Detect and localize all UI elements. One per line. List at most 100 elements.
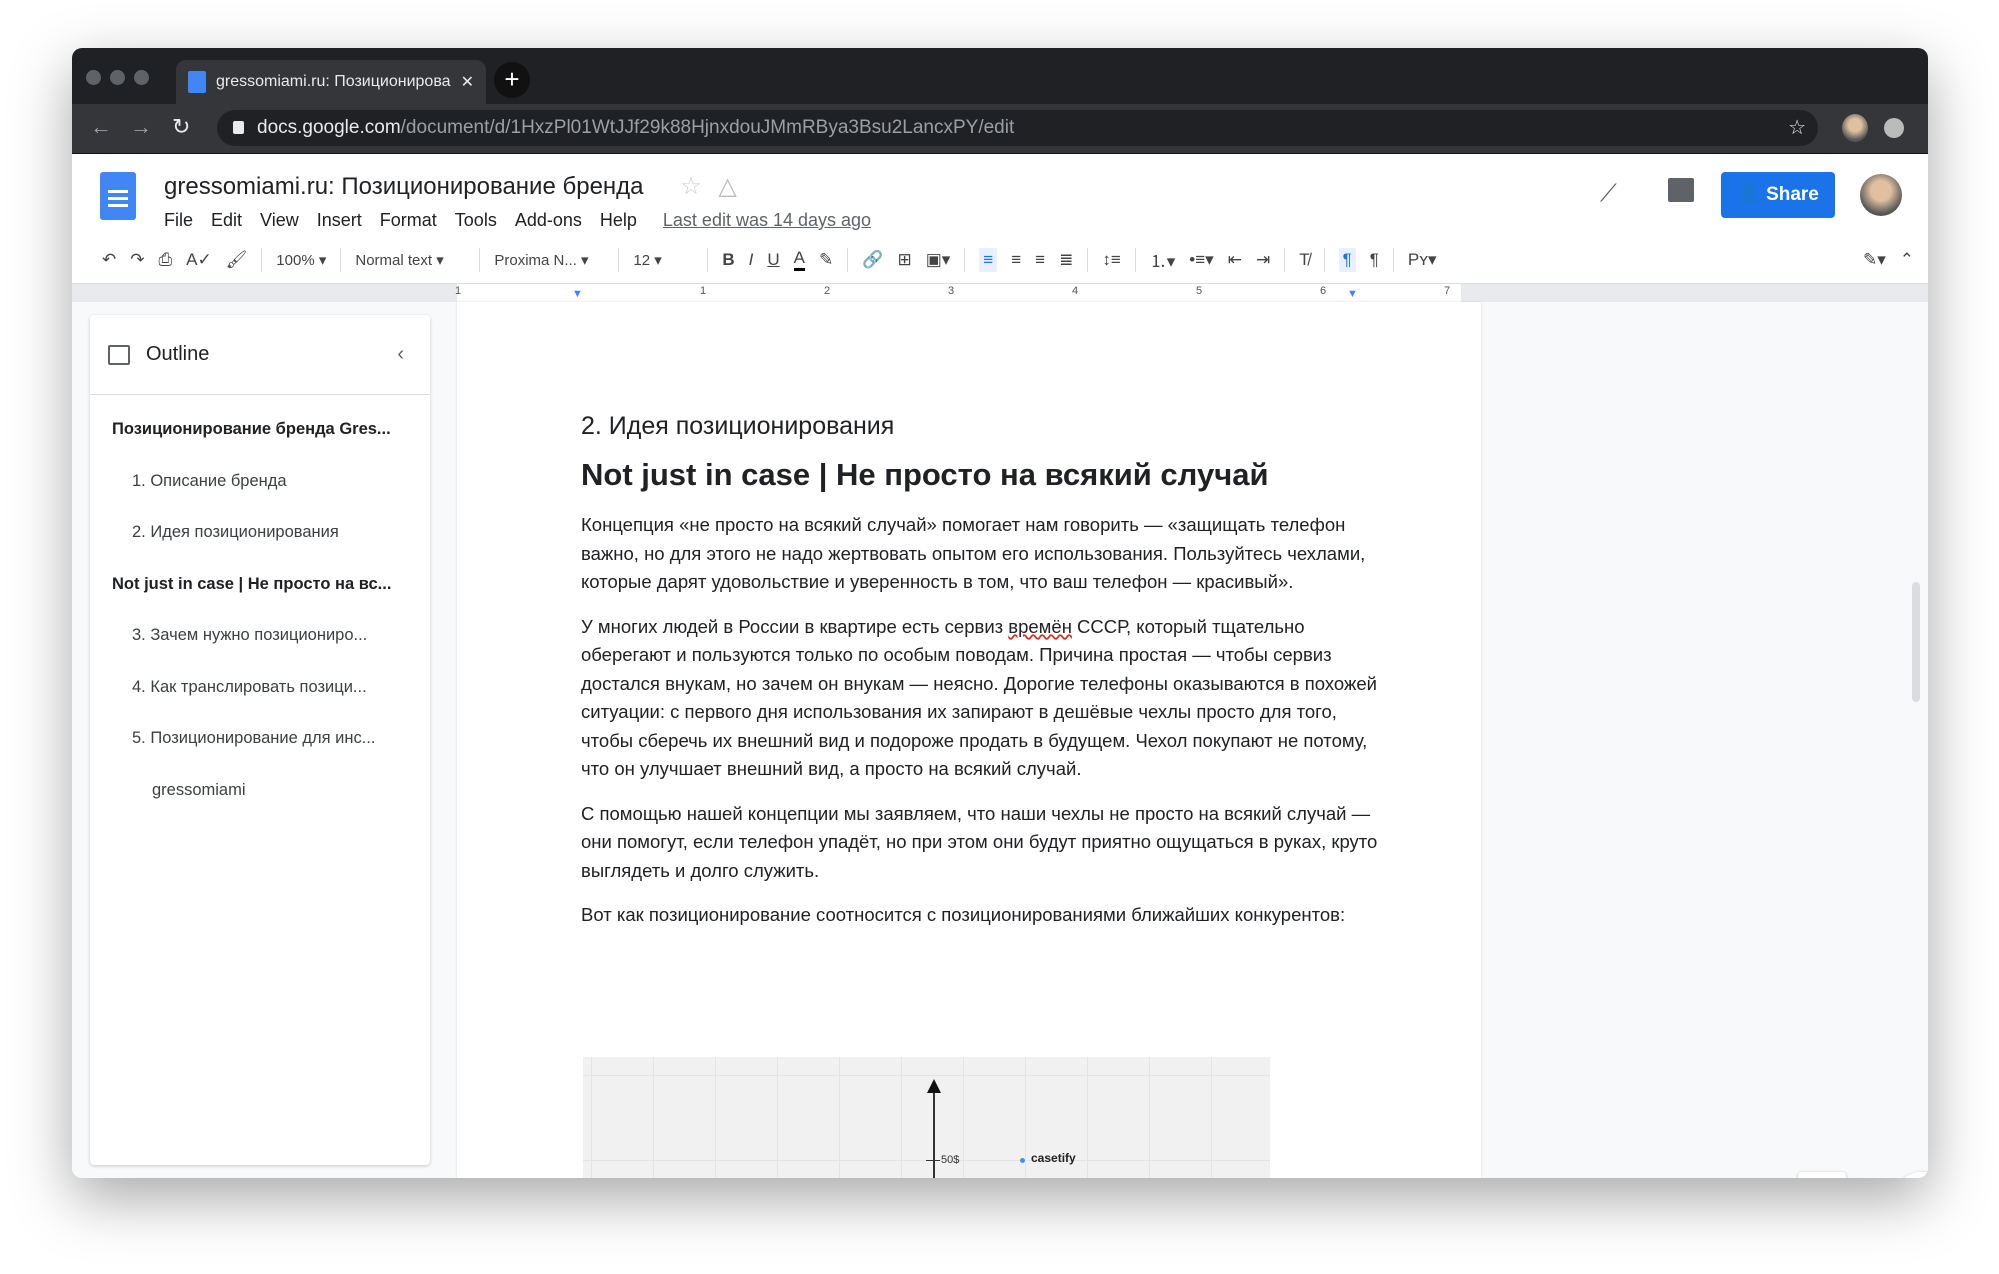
collapse-menus-icon[interactable]: ⌃: [1900, 250, 1914, 270]
lock-icon: [233, 121, 244, 134]
font-select[interactable]: Proxima N... ▾: [494, 251, 604, 269]
paint-format-icon[interactable]: 🖌: [226, 250, 248, 270]
print-icon[interactable]: ⎙: [159, 250, 173, 270]
outline-item[interactable]: 4. Как транслировать позици...: [132, 678, 367, 697]
numbered-list-icon[interactable]: ⒈▾: [1150, 247, 1176, 272]
close-outline-icon[interactable]: ‹: [397, 343, 404, 366]
browser-window: gressomiami.ru: Позиционирование бренда …: [72, 48, 1928, 1178]
scrollbar[interactable]: [1912, 582, 1920, 702]
divider: [479, 247, 481, 272]
y-axis: [933, 1087, 935, 1178]
profile-avatar[interactable]: [1842, 114, 1868, 142]
menu-help[interactable]: Help: [600, 210, 637, 231]
font-size-select[interactable]: 12 ▾: [633, 251, 693, 269]
formatting-toolbar: ↶ ↷ ⎙ A✓ 🖌 100% ▾ Normal text ▾ Proxima …: [72, 236, 1928, 284]
menu-tools[interactable]: Tools: [455, 210, 497, 231]
show-side-panel-button[interactable]: ‹: [1896, 1172, 1928, 1178]
align-right-icon[interactable]: ≡: [1035, 250, 1045, 270]
outline-panel: Outline ‹ Позиционирование бренда Gres...…: [90, 315, 430, 1165]
back-icon[interactable]: ←: [90, 114, 112, 140]
line-spacing-icon[interactable]: ↕≡: [1102, 250, 1120, 270]
redo-icon[interactable]: ↷: [130, 250, 144, 270]
paragraph: Концепция «не просто на всякий случай» п…: [581, 514, 1366, 592]
comments-icon[interactable]: [1668, 178, 1694, 202]
input-tools-icon[interactable]: Pʏ▾: [1408, 250, 1437, 270]
ruler[interactable]: 1 1 2 3 4 5 6 7 ▼ ▼: [72, 284, 1928, 302]
bold-icon[interactable]: B: [722, 250, 734, 270]
document-page[interactable]: 2. Идея позиционирования Not just in cas…: [457, 302, 1481, 1178]
editing-mode-icon[interactable]: ✎▾: [1863, 250, 1886, 270]
menu-format[interactable]: Format: [380, 210, 437, 231]
bookmark-star-icon[interactable]: ☆: [1788, 110, 1806, 146]
increase-indent-icon[interactable]: ⇥: [1256, 250, 1270, 270]
heading-1: Not just in case | Не просто на всякий с…: [581, 457, 1269, 492]
paragraph: Вот как позиционирование соотносится с п…: [581, 904, 1346, 925]
insert-image-icon[interactable]: ▣▾: [926, 250, 951, 270]
reload-icon[interactable]: ↻: [172, 114, 190, 140]
menu-view[interactable]: View: [260, 210, 299, 231]
activity-trend-icon[interactable]: ⟋: [1600, 180, 1617, 208]
outline-item[interactable]: Позиционирование бренда Gres...: [112, 420, 391, 439]
outline-item[interactable]: 2. Идея позиционирования: [132, 523, 339, 542]
divider: [1284, 247, 1286, 272]
undo-icon[interactable]: ↶: [102, 250, 116, 270]
move-to-drive-icon[interactable]: △: [718, 173, 736, 200]
share-button[interactable]: 👤 Share: [1721, 172, 1835, 218]
text-color-icon[interactable]: A: [793, 248, 806, 271]
minimize-window-button[interactable]: [110, 70, 125, 85]
indent-marker[interactable]: ▼: [572, 288, 583, 300]
divider: [1134, 247, 1136, 272]
document-title[interactable]: gressomiami.ru: Позиционирование бренда …: [164, 172, 737, 201]
docs-logo-icon[interactable]: [100, 172, 136, 220]
outline-item[interactable]: 5. Позиционирование для инс...: [132, 729, 375, 748]
link-icon[interactable]: 🔗: [862, 250, 883, 270]
menu-insert[interactable]: Insert: [317, 210, 362, 231]
clear-formatting-icon[interactable]: T̸: [1299, 250, 1309, 270]
last-edit-link[interactable]: Last edit was 14 days ago: [663, 210, 871, 231]
menu-addons[interactable]: Add-ons: [515, 210, 582, 231]
style-select[interactable]: Normal text ▾: [355, 251, 465, 269]
right-indent-marker[interactable]: ▼: [1347, 288, 1358, 300]
align-center-icon[interactable]: ≡: [1011, 250, 1021, 270]
rtl-paragraph-icon[interactable]: ¶: [1370, 250, 1379, 270]
positioning-map-image[interactable]: 50$ casetify: [583, 1057, 1270, 1178]
outline-item[interactable]: Not just in case | Не просто на вс...: [112, 575, 391, 594]
paragraph: У многих людей в России в квартире есть …: [581, 615, 1377, 780]
ltr-paragraph-icon[interactable]: ¶: [1338, 247, 1356, 272]
align-left-icon[interactable]: ≡: [979, 247, 998, 272]
divider: [1323, 247, 1325, 272]
close-window-button[interactable]: [86, 70, 101, 85]
menu-file[interactable]: File: [164, 210, 193, 231]
maximize-window-button[interactable]: [134, 70, 149, 85]
divider: [618, 247, 620, 272]
zoom-select[interactable]: 100% ▾: [276, 251, 326, 269]
italic-icon[interactable]: I: [749, 250, 754, 270]
underline-icon[interactable]: U: [767, 250, 779, 270]
point-label: casetify: [1031, 1151, 1076, 1165]
account-avatar[interactable]: [1860, 174, 1902, 216]
divider: [707, 247, 709, 272]
forward-icon[interactable]: →: [130, 114, 152, 140]
explore-button[interactable]: ✦: [1798, 1172, 1846, 1178]
highlight-icon[interactable]: ✎: [819, 250, 833, 270]
outline-item[interactable]: 1. Описание бренда: [132, 472, 287, 491]
justify-icon[interactable]: ≣: [1059, 250, 1073, 270]
add-comment-icon[interactable]: ⊞: [897, 250, 911, 270]
decrease-indent-icon[interactable]: ⇤: [1228, 250, 1242, 270]
menu-edit[interactable]: Edit: [211, 210, 242, 231]
new-tab-button[interactable]: +: [494, 62, 530, 98]
tab-bar: gressomiami.ru: Позиционирование бренда …: [72, 48, 1928, 104]
menu-bar: File Edit View Insert Format Tools Add-o…: [164, 210, 871, 231]
spelling-error[interactable]: времён: [1008, 616, 1072, 637]
spellcheck-icon[interactable]: A✓: [186, 250, 212, 270]
outline-item[interactable]: 3. Зачем нужно позиционирo...: [132, 626, 367, 645]
outline-item[interactable]: gressomiami: [152, 781, 246, 800]
star-icon[interactable]: ☆: [680, 173, 702, 200]
divider: [261, 247, 263, 272]
bulleted-list-icon[interactable]: •≡▾: [1189, 250, 1213, 270]
browser-tab[interactable]: gressomiami.ru: Позиционирование бренда …: [176, 60, 486, 104]
extension-icon[interactable]: [1884, 118, 1904, 138]
data-point: [1020, 1158, 1025, 1163]
close-tab-icon[interactable]: ✕: [461, 72, 474, 92]
url-input[interactable]: docs.google.com/document/d/1HxzPl01WtJJf…: [217, 110, 1818, 146]
